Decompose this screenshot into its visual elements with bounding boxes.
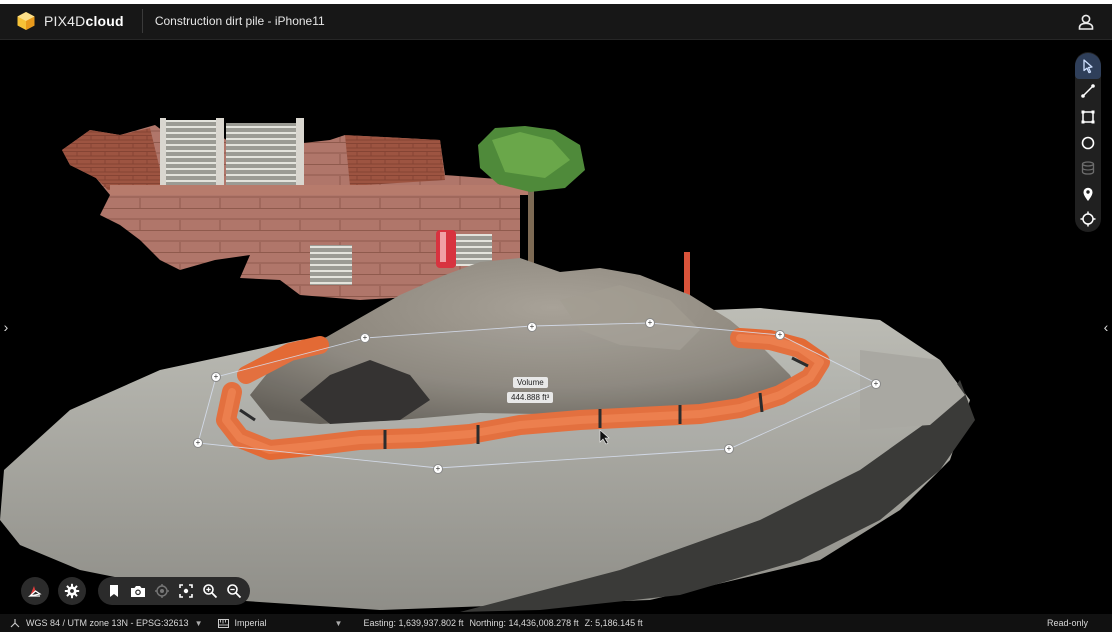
settings-button[interactable]	[58, 577, 86, 605]
zoom-out-button[interactable]	[224, 581, 244, 601]
volume-measurement-value[interactable]: 444.888 ft³	[507, 392, 554, 403]
3d-viewport[interactable]: Volume 444.888 ft³ + + + + + + + + + › ‹	[0, 41, 1112, 614]
polygon-icon	[1081, 110, 1095, 124]
chevron-down-icon: ▼	[194, 618, 203, 628]
header-divider	[141, 8, 143, 33]
volume-vertex[interactable]: +	[433, 464, 443, 474]
tool-marker[interactable]	[1075, 181, 1101, 207]
volume-icon	[1081, 161, 1095, 175]
chevron-down-icon: ▼	[334, 618, 343, 628]
select-icon	[1083, 59, 1093, 74]
view-controls	[98, 577, 250, 605]
marker-icon	[1083, 187, 1093, 201]
tool-crosshair[interactable]	[1075, 206, 1101, 232]
tool-circle[interactable]	[1075, 130, 1101, 156]
locate-button[interactable]	[152, 581, 172, 601]
tool-polygon[interactable]	[1075, 104, 1101, 130]
navigation-compass-icon	[27, 586, 42, 598]
tool-polyline[interactable]	[1075, 79, 1101, 105]
volume-vertex[interactable]: +	[211, 372, 221, 382]
top-bar: PIX4Dcloud Construction dirt pile - iPho…	[0, 0, 1112, 40]
volume-vertex[interactable]: +	[871, 379, 881, 389]
fit-to-view-icon	[179, 584, 193, 598]
volume-measurement-label[interactable]: Volume	[513, 377, 548, 388]
status-bar: WGS 84 / UTM zone 13N - EPSG:32613 ▼ Imp…	[0, 614, 1112, 632]
coordinate-system-label: WGS 84 / UTM zone 13N - EPSG:32613	[26, 618, 189, 628]
camera-icon	[131, 586, 145, 597]
tool-select[interactable]	[1075, 53, 1101, 79]
volume-vertex[interactable]: +	[645, 318, 655, 328]
volume-vertex[interactable]: +	[193, 438, 203, 448]
cursor-coordinates: Easting: 1,639,937.802 ft Northing: 14,4…	[363, 618, 648, 628]
user-account-icon[interactable]	[1076, 12, 1096, 32]
volume-vertex[interactable]: +	[360, 333, 370, 343]
measurement-toolbar	[1075, 52, 1101, 232]
volume-vertex[interactable]: +	[724, 444, 734, 454]
screenshot-button[interactable]	[128, 581, 148, 601]
zoom-out-icon	[227, 584, 242, 599]
crosshair-icon	[1080, 211, 1096, 227]
bookmark-icon	[110, 585, 118, 597]
elevation-readout: Z: 5,186.145 ft	[584, 618, 643, 628]
left-panel-toggle-icon[interactable]: ›	[0, 319, 12, 335]
polyline-icon	[1081, 84, 1095, 99]
target-icon	[155, 584, 169, 598]
gear-icon	[64, 583, 80, 599]
circle-icon	[1081, 136, 1095, 149]
ruler-icon	[217, 618, 229, 628]
tool-volume[interactable]	[1075, 155, 1101, 181]
zoom-to-fit-button[interactable]	[176, 581, 196, 601]
pix4d-logo-icon	[17, 11, 35, 30]
right-panel-toggle-icon[interactable]: ‹	[1100, 319, 1112, 335]
point-cloud-scene[interactable]	[0, 41, 1112, 614]
read-only-badge: Read-only	[1046, 618, 1088, 628]
coordinate-system-select[interactable]: WGS 84 / UTM zone 13N - EPSG:32613 ▼	[10, 618, 203, 628]
easting-readout: Easting: 1,639,937.802 ft	[363, 618, 464, 628]
volume-vertex[interactable]: +	[527, 322, 537, 332]
axes-icon	[10, 619, 20, 628]
zoom-in-button[interactable]	[200, 581, 220, 601]
project-title: Construction dirt pile - iPhone11	[154, 13, 325, 28]
units-label: Imperial	[234, 618, 267, 628]
volume-vertex[interactable]: +	[775, 330, 785, 340]
brand[interactable]: PIX4Dcloud	[0, 0, 124, 39]
brand-name: PIX4Dcloud	[44, 12, 124, 29]
navigation-mode-button[interactable]	[21, 577, 49, 605]
bookmark-button[interactable]	[104, 581, 124, 601]
northing-readout: Northing: 14,436,008.278 ft	[469, 618, 579, 628]
units-select[interactable]: Imperial ▼	[217, 618, 343, 628]
zoom-in-icon	[203, 584, 218, 599]
